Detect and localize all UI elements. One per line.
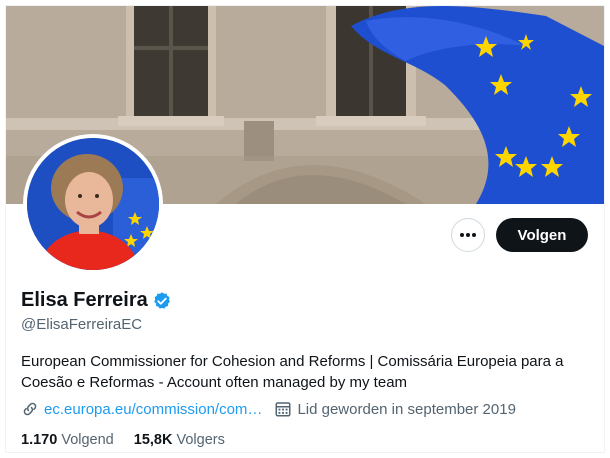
following-stat[interactable]: 1.170 Volgend xyxy=(21,432,114,448)
profile-handle: @ElisaFerreiraEC xyxy=(21,316,143,333)
link-icon xyxy=(23,402,37,416)
followers-label: Volgers xyxy=(176,432,225,448)
avatar[interactable] xyxy=(23,134,163,274)
profile-stats: 1.170 Volgend 15,8K Volgers xyxy=(21,432,245,448)
profile-card: Volgen Elisa Ferreira @ElisaFerreiraEC E… xyxy=(5,5,605,453)
profile-link-item: ec.europa.eu/commission/com… xyxy=(21,400,262,418)
calendar-icon xyxy=(275,402,291,417)
following-label: Volgend xyxy=(61,432,114,448)
avatar-image xyxy=(27,138,159,270)
profile-name-row: Elisa Ferreira xyxy=(21,289,172,312)
profile-joined-item: Lid geworden in september 2019 xyxy=(274,400,516,418)
profile-website-link[interactable]: ec.europa.eu/commission/com… xyxy=(44,401,262,418)
more-horizontal-icon xyxy=(460,233,476,237)
follow-button[interactable]: Volgen xyxy=(496,218,588,252)
profile-meta: ec.europa.eu/commission/com… Lid geworde… xyxy=(21,400,528,418)
followers-count: 15,8K xyxy=(133,432,173,448)
profile-joined-date: Lid geworden in september 2019 xyxy=(297,400,516,418)
profile-name: Elisa Ferreira xyxy=(21,289,148,311)
verified-badge-icon[interactable] xyxy=(152,291,172,311)
profile-bio: European Commissioner for Cohesion and R… xyxy=(21,353,564,391)
more-options-button[interactable] xyxy=(451,218,485,252)
following-count: 1.170 xyxy=(21,432,58,448)
followers-stat[interactable]: 15,8K Volgers xyxy=(134,432,225,448)
